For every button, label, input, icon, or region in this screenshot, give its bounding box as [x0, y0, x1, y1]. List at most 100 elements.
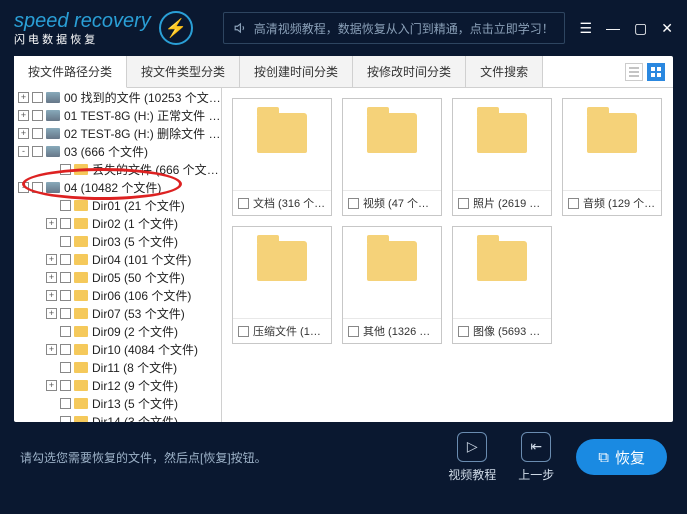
- expand-toggle[interactable]: -: [18, 146, 29, 157]
- tree-row[interactable]: +02 TEST-8G (H:) 删除文件 (4866 个: [14, 124, 221, 142]
- tree-label: Dir07 (53 个文件): [92, 305, 221, 322]
- folder-card[interactable]: 压缩文件 (123 ...: [232, 226, 332, 344]
- folder-icon: [74, 344, 88, 355]
- expand-toggle[interactable]: +: [18, 110, 29, 121]
- tree-checkbox[interactable]: [32, 92, 43, 103]
- expand-toggle[interactable]: +: [46, 380, 57, 391]
- tree-label: Dir14 (3 个文件): [92, 413, 221, 423]
- expand-toggle[interactable]: -: [18, 182, 29, 193]
- tab-2[interactable]: 按创建时间分类: [240, 56, 353, 87]
- expand-toggle[interactable]: +: [46, 272, 57, 283]
- card-checkbox[interactable]: [348, 198, 359, 209]
- tree-checkbox[interactable]: [32, 110, 43, 121]
- tree-row[interactable]: Dir14 (3 个文件): [14, 412, 221, 422]
- list-icon: [629, 67, 639, 77]
- card-label: 压缩文件 (123 ...: [253, 323, 326, 339]
- folder-card[interactable]: 其他 (1326 个文: [342, 226, 442, 344]
- tree-checkbox[interactable]: [60, 308, 71, 319]
- tree-label: 01 TEST-8G (H:) 正常文件 (3991 个: [64, 107, 221, 124]
- expand-toggle[interactable]: +: [46, 290, 57, 301]
- tree-checkbox[interactable]: [60, 272, 71, 283]
- tree-checkbox[interactable]: [60, 290, 71, 301]
- list-view-button[interactable]: [625, 63, 643, 81]
- video-tutorial-button[interactable]: ▷ 视频教程: [448, 432, 496, 483]
- tree-checkbox[interactable]: [60, 236, 71, 247]
- logo-subtitle: 闪 电 数 据 恢 复: [14, 31, 151, 47]
- tutorial-tip-bar[interactable]: 高清视频教程，数据恢复从入门到精通，点击立即学习！: [223, 12, 565, 44]
- tree-row[interactable]: +Dir06 (106 个文件): [14, 286, 221, 304]
- close-button[interactable]: ✕: [661, 20, 673, 37]
- card-checkbox[interactable]: [458, 326, 469, 337]
- tab-3[interactable]: 按修改时间分类: [353, 56, 466, 87]
- expand-toggle[interactable]: +: [18, 92, 29, 103]
- folder-icon: [257, 241, 307, 281]
- card-checkbox[interactable]: [458, 198, 469, 209]
- card-checkbox[interactable]: [568, 198, 579, 209]
- folder-card[interactable]: 图像 (5693 个文: [452, 226, 552, 344]
- prev-step-button[interactable]: ⇤ 上一步: [518, 432, 554, 483]
- tree-checkbox[interactable]: [60, 344, 71, 355]
- tree-row[interactable]: Dir09 (2 个文件): [14, 322, 221, 340]
- expand-toggle[interactable]: +: [46, 218, 57, 229]
- recover-button[interactable]: ⧉ 恢复: [576, 439, 667, 475]
- minimize-button[interactable]: —: [606, 20, 620, 36]
- tree-row[interactable]: +Dir10 (4084 个文件): [14, 340, 221, 358]
- tree-row[interactable]: +Dir12 (9 个文件): [14, 376, 221, 394]
- tree-checkbox[interactable]: [60, 362, 71, 373]
- tree-checkbox[interactable]: [60, 326, 71, 337]
- tree-label: 02 TEST-8G (H:) 删除文件 (4866 个: [64, 125, 221, 142]
- file-tree[interactable]: +00 找到的文件 (10253 个文件)+01 TEST-8G (H:) 正常…: [14, 88, 222, 422]
- folder-icon: [74, 236, 88, 247]
- maximize-button[interactable]: ▢: [634, 20, 647, 37]
- tree-checkbox[interactable]: [32, 182, 43, 193]
- folder-grid: 文档 (316 个文件)视频 (47 个文件)照片 (2619 个文音频 (12…: [232, 98, 663, 344]
- tree-checkbox[interactable]: [60, 218, 71, 229]
- folder-card[interactable]: 照片 (2619 个文: [452, 98, 552, 216]
- folder-icon: [257, 113, 307, 153]
- speaker-icon: [234, 21, 248, 35]
- tree-row[interactable]: + Dir07 (53 个文件): [14, 304, 221, 322]
- expand-toggle[interactable]: +: [46, 308, 57, 319]
- tree-row[interactable]: +Dir04 (101 个文件): [14, 250, 221, 268]
- tree-checkbox[interactable]: [60, 380, 71, 391]
- expand-toggle[interactable]: +: [18, 128, 29, 139]
- card-checkbox[interactable]: [238, 326, 249, 337]
- folder-card[interactable]: 文档 (316 个文件): [232, 98, 332, 216]
- tree-checkbox[interactable]: [32, 128, 43, 139]
- tree-row[interactable]: Dir13 (5 个文件): [14, 394, 221, 412]
- tree-checkbox[interactable]: [60, 164, 71, 175]
- tree-row[interactable]: + Dir05 (50 个文件): [14, 268, 221, 286]
- tree-row[interactable]: -04 (10482 个文件): [14, 178, 221, 196]
- tree-checkbox[interactable]: [32, 146, 43, 157]
- tree-row[interactable]: +Dir02 (1 个文件): [14, 214, 221, 232]
- tree-row[interactable]: 丢失的文件 (666 个文件): [14, 160, 221, 178]
- tree-row[interactable]: +00 找到的文件 (10253 个文件): [14, 88, 221, 106]
- tree-checkbox[interactable]: [60, 254, 71, 265]
- folder-icon: [74, 326, 88, 337]
- back-icon: ⇤: [521, 432, 551, 462]
- tab-4[interactable]: 文件搜索: [466, 56, 543, 87]
- tree-row[interactable]: +01 TEST-8G (H:) 正常文件 (3991 个: [14, 106, 221, 124]
- menu-button[interactable]: ☰: [579, 20, 592, 37]
- expand-toggle[interactable]: +: [46, 344, 57, 355]
- folder-card[interactable]: 音频 (129 个文件): [562, 98, 662, 216]
- tree-row[interactable]: Dir01 (21 个文件): [14, 196, 221, 214]
- grid-icon: [651, 67, 661, 77]
- tree-row[interactable]: Dir11 (8 个文件): [14, 358, 221, 376]
- tree-label: Dir05 (50 个文件): [92, 269, 221, 286]
- tree-row[interactable]: Dir03 (5 个文件): [14, 232, 221, 250]
- tab-0[interactable]: 按文件路径分类: [14, 56, 127, 88]
- card-checkbox[interactable]: [348, 326, 359, 337]
- folder-card[interactable]: 视频 (47 个文件): [342, 98, 442, 216]
- card-checkbox[interactable]: [238, 198, 249, 209]
- card-label: 其他 (1326 个文: [363, 323, 436, 339]
- grid-view-button[interactable]: [647, 63, 665, 81]
- tab-1[interactable]: 按文件类型分类: [127, 56, 240, 87]
- tree-row[interactable]: -03 (666 个文件): [14, 142, 221, 160]
- expand-toggle[interactable]: +: [46, 254, 57, 265]
- tree-checkbox[interactable]: [60, 398, 71, 409]
- folder-icon: [74, 362, 88, 373]
- tree-checkbox[interactable]: [60, 200, 71, 211]
- play-icon: ▷: [457, 432, 487, 462]
- tree-checkbox[interactable]: [60, 416, 71, 423]
